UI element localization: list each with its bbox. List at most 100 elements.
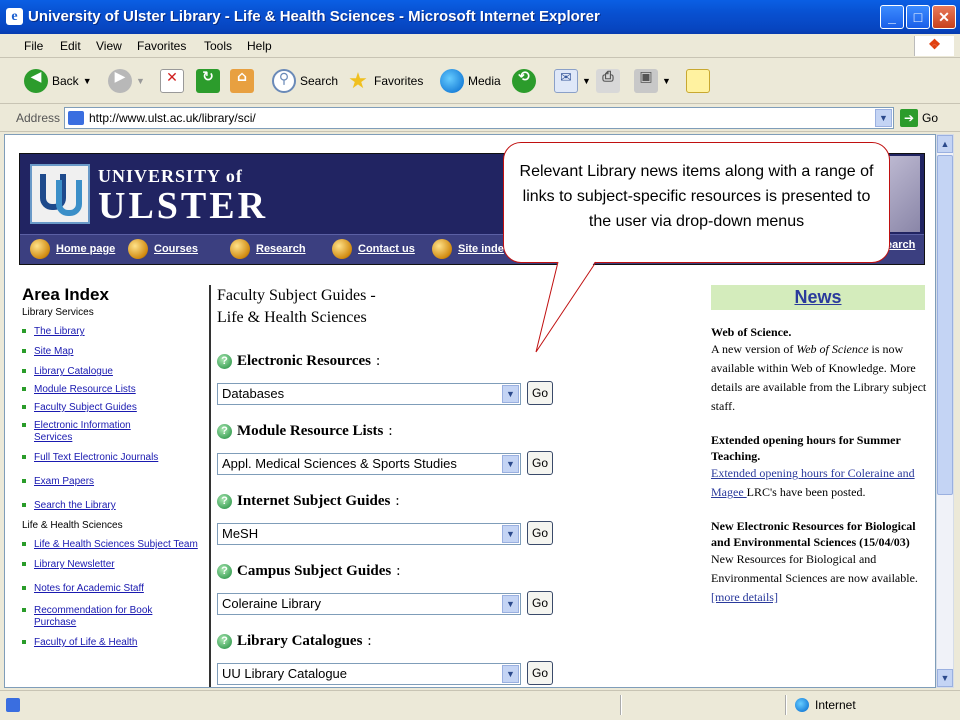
link-notes-for-academic-staff[interactable]: Notes for Academic Staff [22,583,210,595]
nav-contact-us[interactable]: Contact us [332,239,415,259]
menu-bar: File Edit View Favorites Tools Help ❖ [0,34,960,58]
status-bar: Internet [0,690,960,720]
history-button[interactable]: ⟲ [512,66,536,96]
link-book-purchase[interactable]: Recommendation for Book Purchase [22,605,172,629]
stop-button[interactable]: ✕ [160,66,184,96]
scroll-thumb[interactable] [937,155,953,495]
go-arrow-icon: ➔ [900,109,918,127]
menu-tools[interactable]: Tools [204,39,232,53]
news-item: Web of Science. A new version of Web of … [711,325,927,413]
help-icon[interactable]: ? [217,354,232,369]
nav-home-page[interactable]: Home page [30,239,115,259]
group-internet-subject-guides: ? Internet Subject Guides: MeSH ▼ Go [217,493,557,545]
scroll-down-icon[interactable]: ▼ [937,669,953,687]
group-campus-subject-guides: ? Campus Subject Guides: Coleraine Librar… [217,563,557,615]
link-exam-papers[interactable]: Exam Papers [22,476,210,488]
chevron-down-icon[interactable]: ▼ [502,525,519,543]
back-button[interactable]: ◀ Back ▼ [24,66,92,96]
window-title: University of Ulster Library - Life & He… [28,8,600,25]
link-full-text-electronic-journals[interactable]: Full Text Electronic Journals [22,452,210,464]
internet-subject-guides-select[interactable]: MeSH ▼ [217,523,521,545]
link-subject-team[interactable]: Life & Health Sciences Subject Team [22,539,198,551]
history-icon: ⟲ [512,69,536,93]
toolbar: ◀ Back ▼ ▶ ▼ ✕ ↻ ⌂ ⚲ Search ★ Favorites Media… [0,58,960,104]
chevron-down-icon[interactable]: ▼ [875,109,892,127]
address-input[interactable]: http://www.ulst.ac.uk/library/sci/ ▼ [64,107,894,129]
ulster-logo[interactable]: UNIVERSITY of ULSTER [30,164,292,227]
go-button-module-resource-lists[interactable]: Go [527,451,553,475]
mail-button[interactable]: ✉ ▼ [554,66,591,96]
link-library-catalogue[interactable]: Library Catalogue [22,366,210,378]
life-health-sciences-heading: Life & Health Sciences [22,520,123,531]
menu-view[interactable]: View [96,39,122,53]
link-library-newsletter[interactable]: Library Newsletter [22,559,210,571]
help-icon[interactable]: ? [217,494,232,509]
guides-heading-2: Life & Health Sciences [217,309,367,326]
link-module-resource-lists[interactable]: Module Resource Lists [22,384,210,396]
maximize-button[interactable]: □ [906,5,930,29]
home-button[interactable]: ⌂ [230,66,254,96]
menu-file[interactable]: File [24,39,43,53]
chevron-down-icon[interactable]: ▼ [502,665,519,683]
edit-button[interactable]: ▣ ▼ [634,66,671,96]
campus-subject-guides-select[interactable]: Coleraine Library ▼ [217,593,521,615]
link-faculty-life-health[interactable]: Faculty of Life & Health [22,637,210,649]
messenger-button[interactable] [686,66,710,96]
more-details-link[interactable]: [more details] [711,590,778,604]
close-button[interactable]: ✕ [932,5,956,29]
chevron-down-icon[interactable]: ▼ [502,595,519,613]
link-faculty-subject-guides[interactable]: Faculty Subject Guides [22,402,210,414]
nav-site-index[interactable]: Site inde [432,239,504,259]
search-icon: ⚲ [272,69,296,93]
annotation-callout: Relevant Library news items along with a… [503,142,890,263]
refresh-button[interactable]: ↻ [196,66,220,96]
menu-help[interactable]: Help [247,39,272,53]
link-site-map[interactable]: Site Map [22,346,210,358]
courses-orb-icon [128,239,148,259]
go-button-library-catalogues[interactable]: Go [527,661,553,685]
electronic-resources-select[interactable]: Databases ▼ [217,383,521,405]
vertical-scrollbar[interactable]: ▲ ▼ [936,134,954,688]
chevron-down-icon[interactable]: ▼ [502,455,519,473]
link-the-library[interactable]: The Library [22,326,210,338]
nav-search[interactable]: earch [886,239,915,251]
favorites-button[interactable]: ★ Favorites [346,66,423,96]
page-icon [68,111,84,125]
scroll-up-icon[interactable]: ▲ [937,135,953,153]
search-button[interactable]: ⚲ Search [272,66,338,96]
go-button-campus-subject-guides[interactable]: Go [527,591,553,615]
help-icon[interactable]: ? [217,634,232,649]
news-column: News Web of Science. A new version of We… [711,285,927,623]
ie-icon: e [6,8,23,25]
go-button-electronic-resources[interactable]: Go [527,381,553,405]
guides-heading-1: Faculty Subject Guides - [217,287,376,304]
help-icon[interactable]: ? [217,424,232,439]
menu-favorites[interactable]: Favorites [137,39,186,53]
address-label: Address [16,111,61,125]
nav-research[interactable]: Research [230,239,306,259]
area-index-title: Area Index [22,285,109,304]
callout-pointer [535,260,597,353]
media-button[interactable]: Media [440,66,501,96]
news-heading[interactable]: News [711,285,925,310]
address-url: http://www.ulst.ac.uk/library/sci/ [89,111,256,125]
page-status-icon [6,698,20,712]
note-icon [686,69,710,93]
help-icon[interactable]: ? [217,564,232,579]
go-button[interactable]: ➔ Go [900,109,938,127]
minimize-button[interactable]: _ [880,5,904,29]
news-item: Extended opening hours for Summer Teachi… [711,433,915,499]
module-resource-lists-select[interactable]: Appl. Medical Sciences & Sports Studies ▼ [217,453,521,475]
chevron-down-icon[interactable]: ▼ [502,385,519,403]
link-electronic-information-services[interactable]: Electronic Information Services [22,420,152,444]
menu-edit[interactable]: Edit [60,39,81,53]
print-button[interactable]: ⎙ [596,66,620,96]
library-catalogues-select[interactable]: UU Library Catalogue ▼ [217,663,521,685]
nav-courses[interactable]: Courses [128,239,198,259]
go-button-internet-subject-guides[interactable]: Go [527,521,553,545]
home-orb-icon [30,239,50,259]
back-arrow-icon: ◀ [24,69,48,93]
forward-button[interactable]: ▶ ▼ [108,66,145,96]
link-search-the-library[interactable]: Search the Library [22,500,210,512]
windows-flag-icon: ❖ [914,36,954,56]
